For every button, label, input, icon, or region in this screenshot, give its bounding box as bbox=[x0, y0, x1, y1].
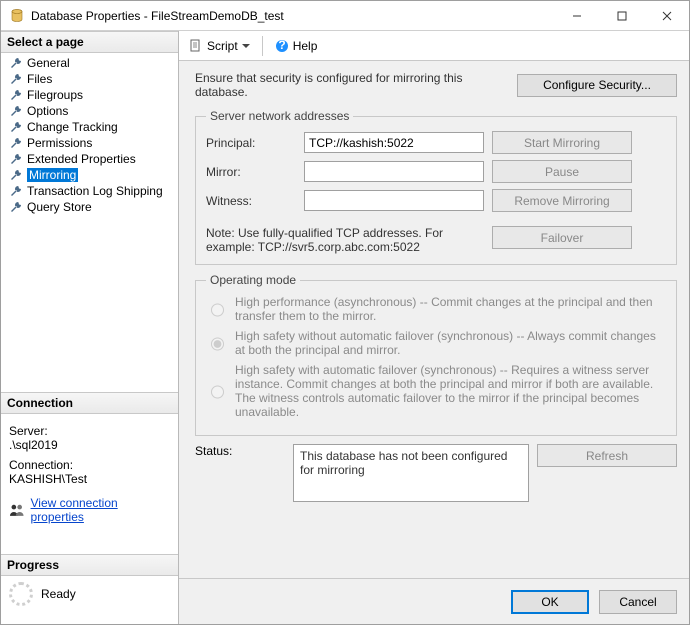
sidebar-item-label: Options bbox=[27, 104, 68, 118]
page-list: General Files Filegroups Options Change Trac… bbox=[1, 53, 178, 217]
high-performance-label: High performance (asynchronous) -- Commi… bbox=[235, 295, 666, 323]
wrench-icon bbox=[9, 88, 23, 102]
help-icon: ? bbox=[275, 39, 289, 53]
sidebar-item-mirroring[interactable]: Mirroring bbox=[1, 167, 178, 183]
sidebar-item-label: Change Tracking bbox=[27, 120, 118, 134]
progress-heading: Progress bbox=[1, 554, 178, 576]
wrench-icon bbox=[9, 104, 23, 118]
server-label: Server: bbox=[9, 424, 170, 438]
dialog-footer: OK Cancel bbox=[179, 578, 689, 624]
server-value: .\sql2019 bbox=[9, 438, 170, 452]
wrench-icon bbox=[9, 120, 23, 134]
database-properties-window: Database Properties - FileStreamDemoDB_t… bbox=[0, 0, 690, 625]
pause-button: Pause bbox=[492, 160, 632, 183]
sidebar-item-label: Extended Properties bbox=[27, 152, 136, 166]
operating-mode-legend: Operating mode bbox=[206, 273, 300, 287]
high-safety-no-failover-radio bbox=[211, 331, 224, 357]
content-area: Script ? Help Ensure that security is co… bbox=[179, 31, 689, 624]
failover-button: Failover bbox=[492, 226, 632, 249]
wrench-icon bbox=[9, 200, 23, 214]
close-button[interactable] bbox=[644, 1, 689, 30]
configure-security-button[interactable]: Configure Security... bbox=[517, 74, 677, 97]
wrench-icon bbox=[9, 72, 23, 86]
addresses-legend: Server network addresses bbox=[206, 109, 353, 123]
start-mirroring-button: Start Mirroring bbox=[492, 131, 632, 154]
principal-input[interactable] bbox=[304, 132, 484, 153]
connection-properties-icon bbox=[9, 502, 25, 518]
high-safety-auto-failover-label: High safety with automatic failover (syn… bbox=[235, 363, 666, 419]
server-network-addresses-group: Server network addresses Principal: Star… bbox=[195, 109, 677, 265]
view-connection-properties-link[interactable]: View connection properties bbox=[31, 496, 170, 524]
high-safety-no-failover-label: High safety without automatic failover (… bbox=[235, 329, 666, 357]
wrench-icon bbox=[9, 56, 23, 70]
sidebar-item-label: Transaction Log Shipping bbox=[27, 184, 163, 198]
tcp-note: Note: Use fully-qualified TCP addresses.… bbox=[206, 226, 484, 254]
sidebar-item-label: General bbox=[27, 56, 70, 70]
mirror-input[interactable] bbox=[304, 161, 484, 182]
window-title: Database Properties - FileStreamDemoDB_t… bbox=[31, 9, 554, 23]
connection-value: KASHISH\Test bbox=[9, 472, 170, 486]
maximize-button[interactable] bbox=[599, 1, 644, 30]
ensure-security-msg: Ensure that security is configured for m… bbox=[195, 71, 517, 99]
minimize-button[interactable] bbox=[554, 1, 599, 30]
sidebar-item-query-store[interactable]: Query Store bbox=[1, 199, 178, 215]
high-safety-auto-failover-radio bbox=[211, 365, 224, 419]
mirroring-panel: Ensure that security is configured for m… bbox=[179, 61, 689, 578]
help-label: Help bbox=[293, 39, 318, 53]
toolbar-separator bbox=[262, 36, 263, 56]
sidebar-item-label: Permissions bbox=[27, 136, 92, 150]
sidebar-item-extended-properties[interactable]: Extended Properties bbox=[1, 151, 178, 167]
svg-text:?: ? bbox=[278, 39, 285, 52]
chevron-down-icon bbox=[242, 44, 250, 48]
status-textbox: This database has not been configured fo… bbox=[293, 444, 529, 502]
sidebar-item-general[interactable]: General bbox=[1, 55, 178, 71]
connection-heading: Connection bbox=[1, 392, 178, 414]
select-page-heading: Select a page bbox=[1, 31, 178, 53]
progress-spinner-icon bbox=[9, 582, 33, 606]
sidebar-item-change-tracking[interactable]: Change Tracking bbox=[1, 119, 178, 135]
remove-mirroring-button: Remove Mirroring bbox=[492, 189, 632, 212]
witness-input[interactable] bbox=[304, 190, 484, 211]
sidebar-item-transaction-log-shipping[interactable]: Transaction Log Shipping bbox=[1, 183, 178, 199]
script-label: Script bbox=[207, 39, 238, 53]
cancel-button[interactable]: Cancel bbox=[599, 590, 677, 614]
sidebar-item-options[interactable]: Options bbox=[1, 103, 178, 119]
sidebar-item-filegroups[interactable]: Filegroups bbox=[1, 87, 178, 103]
script-dropdown[interactable]: Script bbox=[185, 37, 254, 55]
principal-label: Principal: bbox=[206, 136, 296, 150]
connection-block: Server: .\sql2019 Connection: KASHISH\Te… bbox=[1, 414, 178, 528]
progress-block: Ready bbox=[1, 576, 178, 612]
sidebar-item-files[interactable]: Files bbox=[1, 71, 178, 87]
title-bar: Database Properties - FileStreamDemoDB_t… bbox=[1, 1, 689, 31]
script-icon bbox=[189, 39, 203, 53]
wrench-icon bbox=[9, 136, 23, 150]
wrench-icon bbox=[9, 168, 23, 182]
ok-button[interactable]: OK bbox=[511, 590, 589, 614]
mirror-label: Mirror: bbox=[206, 165, 296, 179]
operating-mode-group: Operating mode High performance (asynchr… bbox=[195, 273, 677, 436]
sidebar: Select a page General Files Filegroups Opti… bbox=[1, 31, 179, 624]
sidebar-item-label: Filegroups bbox=[27, 88, 83, 102]
witness-label: Witness: bbox=[206, 194, 296, 208]
wrench-icon bbox=[9, 152, 23, 166]
status-label: Status: bbox=[195, 444, 285, 458]
refresh-button: Refresh bbox=[537, 444, 677, 467]
sidebar-item-label: Query Store bbox=[27, 200, 92, 214]
high-performance-radio bbox=[211, 297, 224, 323]
database-icon bbox=[9, 8, 25, 24]
page-toolbar: Script ? Help bbox=[179, 31, 689, 61]
sidebar-item-label: Mirroring bbox=[27, 168, 78, 182]
wrench-icon bbox=[9, 184, 23, 198]
connection-label: Connection: bbox=[9, 458, 170, 472]
help-button[interactable]: ? Help bbox=[271, 37, 322, 55]
sidebar-item-label: Files bbox=[27, 72, 52, 86]
sidebar-item-permissions[interactable]: Permissions bbox=[1, 135, 178, 151]
progress-status: Ready bbox=[41, 587, 76, 601]
